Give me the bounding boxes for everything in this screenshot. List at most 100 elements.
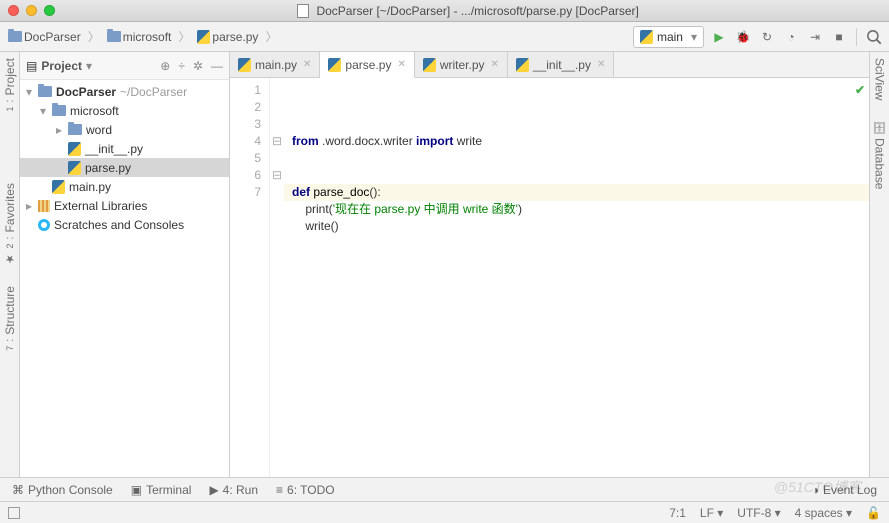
tab-label: main.py bbox=[255, 58, 297, 72]
tool-icon: ≡ bbox=[276, 483, 283, 497]
zoom-window-button[interactable] bbox=[44, 5, 55, 16]
run-with-coverage-button[interactable]: ↻ bbox=[758, 28, 776, 46]
run-configuration-selector[interactable]: main ▾ bbox=[633, 26, 704, 48]
chevron-down-icon[interactable]: ▾ bbox=[86, 59, 92, 73]
close-tab-button[interactable]: ✕ bbox=[491, 59, 499, 70]
tree-hint: ~/DocParser bbox=[120, 85, 187, 99]
chevron-right-icon: 〉 bbox=[85, 28, 103, 45]
tree-item[interactable]: ▾ microsoft bbox=[20, 101, 229, 120]
tool-window-button[interactable]: ▣Terminal bbox=[131, 483, 192, 497]
hide-button[interactable]: — bbox=[211, 59, 223, 73]
left-tool-rail: 1: Project ★ 2: Favorites 7: Structure bbox=[0, 52, 20, 477]
tree-label: microsoft bbox=[70, 104, 119, 118]
close-tab-button[interactable]: ✕ bbox=[397, 59, 405, 70]
folder-icon bbox=[107, 31, 121, 42]
readonly-lock-icon[interactable]: 🔓 bbox=[866, 506, 881, 520]
file-encoding[interactable]: UTF-8 ▾ bbox=[737, 506, 780, 520]
locate-button[interactable]: ⊕ bbox=[160, 59, 170, 73]
main-area: 1: Project ★ 2: Favorites 7: Structure ▤… bbox=[0, 52, 889, 477]
code-line[interactable]: print('现在在 parse.py 中调用 write 函数') bbox=[292, 201, 861, 218]
close-window-button[interactable] bbox=[8, 5, 19, 16]
code-line[interactable] bbox=[292, 167, 861, 184]
code-area[interactable]: 1234567 ⊟⊟ ✔ from .word.docx.writer impo… bbox=[230, 78, 869, 477]
project-panel-tools: ⊕ ÷ ✲ — bbox=[160, 59, 223, 73]
code-line[interactable]: def parse_doc(): bbox=[292, 184, 861, 201]
code-line[interactable]: write() bbox=[292, 218, 861, 235]
disclosure-triangle[interactable]: ▾ bbox=[38, 104, 48, 118]
tree-item[interactable]: main.py bbox=[20, 177, 229, 196]
code-line[interactable] bbox=[292, 235, 861, 252]
close-tab-button[interactable]: ✕ bbox=[303, 59, 311, 70]
breadcrumb[interactable]: parse.py bbox=[195, 30, 260, 44]
tool-tab-favorites[interactable]: ★ 2: Favorites bbox=[3, 183, 17, 265]
editor-tab[interactable]: main.py ✕ bbox=[230, 52, 320, 77]
python-file-icon bbox=[640, 30, 653, 44]
code-line[interactable] bbox=[292, 150, 861, 167]
window-controls bbox=[8, 5, 55, 16]
breadcrumb[interactable]: DocParser bbox=[6, 30, 83, 44]
python-file-icon bbox=[52, 180, 65, 194]
tree-item[interactable]: ▸ External Libraries bbox=[20, 196, 229, 215]
event-log-button[interactable]: ◑ Event Log bbox=[812, 483, 877, 497]
editor-tab[interactable]: parse.py✕ bbox=[320, 52, 414, 78]
project-panel-title: Project bbox=[41, 59, 82, 73]
folder-icon bbox=[38, 86, 52, 97]
tab-label: __init__.py bbox=[533, 58, 591, 72]
python-file-icon bbox=[423, 58, 436, 72]
tree-item[interactable]: __init__.py bbox=[20, 139, 229, 158]
library-icon bbox=[38, 200, 50, 212]
tool-tab-sciview[interactable]: SciView bbox=[873, 58, 887, 100]
editor: main.py✕parse.py✕writer.py✕__init__.py✕ … bbox=[230, 52, 869, 477]
tool-icon: ⌘ bbox=[12, 483, 24, 497]
tool-window-button[interactable]: ▶4: Run bbox=[209, 483, 258, 497]
tree-label: parse.py bbox=[85, 161, 131, 175]
disclosure-triangle[interactable]: ▾ bbox=[24, 85, 34, 99]
close-tab-button[interactable]: ✕ bbox=[597, 59, 605, 70]
profile-button[interactable]: ◔ bbox=[782, 28, 800, 46]
minimize-window-button[interactable] bbox=[26, 5, 37, 16]
tree-label: main.py bbox=[69, 180, 111, 194]
editor-tab[interactable]: writer.py ✕ bbox=[415, 52, 508, 77]
folder-icon bbox=[8, 31, 22, 42]
tool-window-quick-access[interactable] bbox=[8, 507, 20, 519]
line-separator[interactable]: LF ▾ bbox=[700, 506, 723, 520]
python-file-icon bbox=[516, 58, 529, 72]
tree-item[interactable]: ▾DocParser ~/DocParser bbox=[20, 82, 229, 101]
disclosure-triangle[interactable]: ▸ bbox=[54, 123, 64, 137]
caret-position[interactable]: 7:1 bbox=[669, 506, 686, 520]
run-button[interactable]: ▶ bbox=[710, 28, 728, 46]
disclosure-triangle[interactable]: ▸ bbox=[24, 199, 34, 213]
stop-button[interactable]: ■ bbox=[830, 28, 848, 46]
tab-label: writer.py bbox=[440, 58, 485, 72]
debug-button[interactable]: 🐞 bbox=[734, 28, 752, 46]
tool-tab-database[interactable]: 🗄 Database bbox=[873, 120, 887, 189]
breadcrumb[interactable]: microsoft bbox=[105, 30, 174, 44]
window-title: DocParser [~/DocParser] - .../microsoft/… bbox=[55, 4, 881, 18]
tool-tab-structure[interactable]: 7: Structure bbox=[3, 286, 17, 351]
code-line[interactable]: from .word.docx.writer import write bbox=[292, 133, 861, 150]
code-content[interactable]: ✔ from .word.docx.writer import write de… bbox=[284, 78, 869, 477]
python-file-icon bbox=[238, 58, 251, 72]
search-everywhere-button[interactable] bbox=[865, 28, 883, 46]
project-tree[interactable]: ▾DocParser ~/DocParser▾microsoft▸word__i… bbox=[20, 80, 229, 477]
folder-icon bbox=[68, 124, 82, 135]
fold-gutter[interactable]: ⊟⊟ bbox=[270, 78, 284, 477]
project-panel-header: ▤ Project ▾ ⊕ ÷ ✲ — bbox=[20, 52, 229, 80]
editor-tab[interactable]: __init__.py ✕ bbox=[508, 52, 614, 77]
tool-window-button[interactable]: ⌘Python Console bbox=[12, 483, 113, 497]
collapse-all-button[interactable]: ÷ bbox=[178, 59, 185, 73]
settings-button[interactable]: ✲ bbox=[193, 59, 203, 73]
chevron-right-icon: 〉 bbox=[175, 28, 193, 45]
tool-window-button[interactable]: ≡6: TODO bbox=[276, 483, 335, 497]
tree-label: External Libraries bbox=[54, 199, 147, 213]
attach-button[interactable]: ⇥ bbox=[806, 28, 824, 46]
project-view-icon: ▤ bbox=[26, 59, 37, 73]
tree-item[interactable]: ▸ word bbox=[20, 120, 229, 139]
indent-setting[interactable]: 4 spaces ▾ bbox=[795, 506, 852, 520]
editor-tabs: main.py✕parse.py✕writer.py✕__init__.py✕ bbox=[230, 52, 869, 78]
tree-item[interactable]: parse.py bbox=[20, 158, 229, 177]
chevron-down-icon: ▾ bbox=[691, 30, 697, 44]
tree-label: word bbox=[86, 123, 112, 137]
tool-tab-project[interactable]: 1: Project bbox=[3, 58, 17, 111]
tree-item[interactable]: Scratches and Consoles bbox=[20, 215, 229, 234]
